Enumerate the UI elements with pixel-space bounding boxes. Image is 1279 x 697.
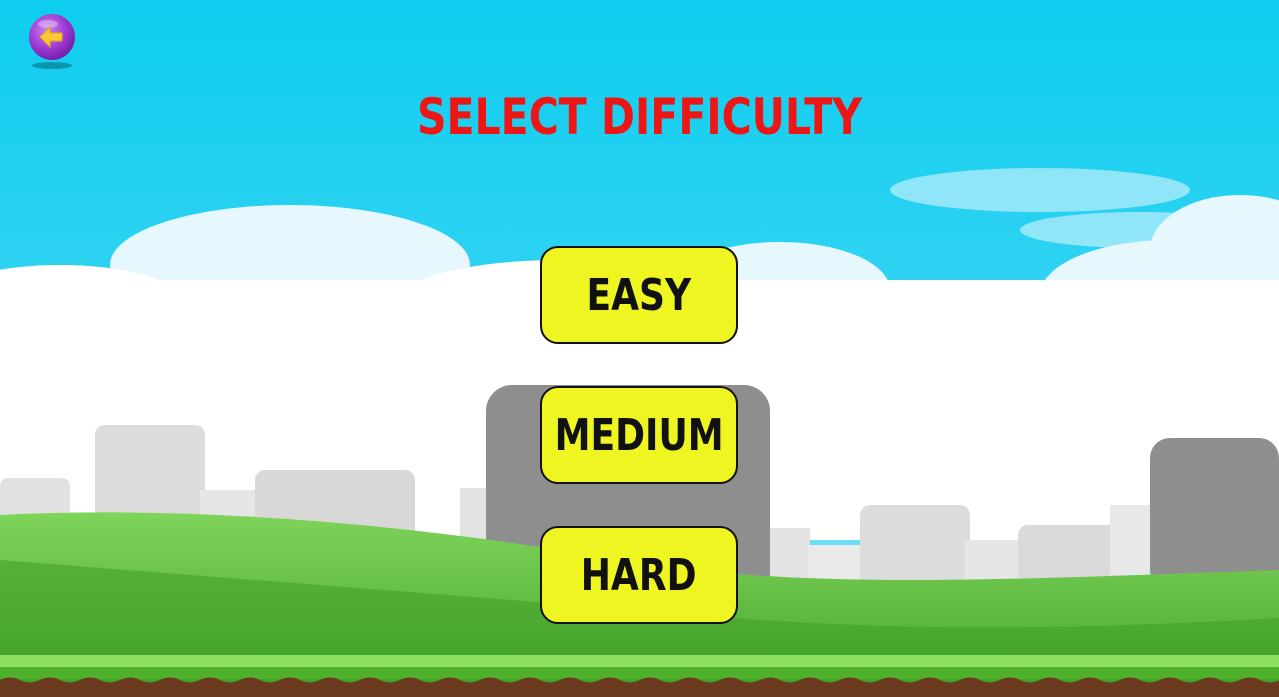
medium-button[interactable]: MEDIUM <box>540 386 738 484</box>
easy-button[interactable]: EASY <box>540 246 738 344</box>
hard-button-label: HARD <box>581 549 697 601</box>
easy-button-label: EASY <box>586 269 692 321</box>
hard-button[interactable]: HARD <box>540 526 738 624</box>
back-button-shadow <box>32 62 72 69</box>
medium-button-label: MEDIUM <box>554 409 724 461</box>
arrow-left-icon <box>29 14 75 60</box>
grass-strip <box>0 655 1279 669</box>
page-title: SELECT DIFFICULTY <box>417 88 862 146</box>
back-button[interactable] <box>28 13 76 61</box>
